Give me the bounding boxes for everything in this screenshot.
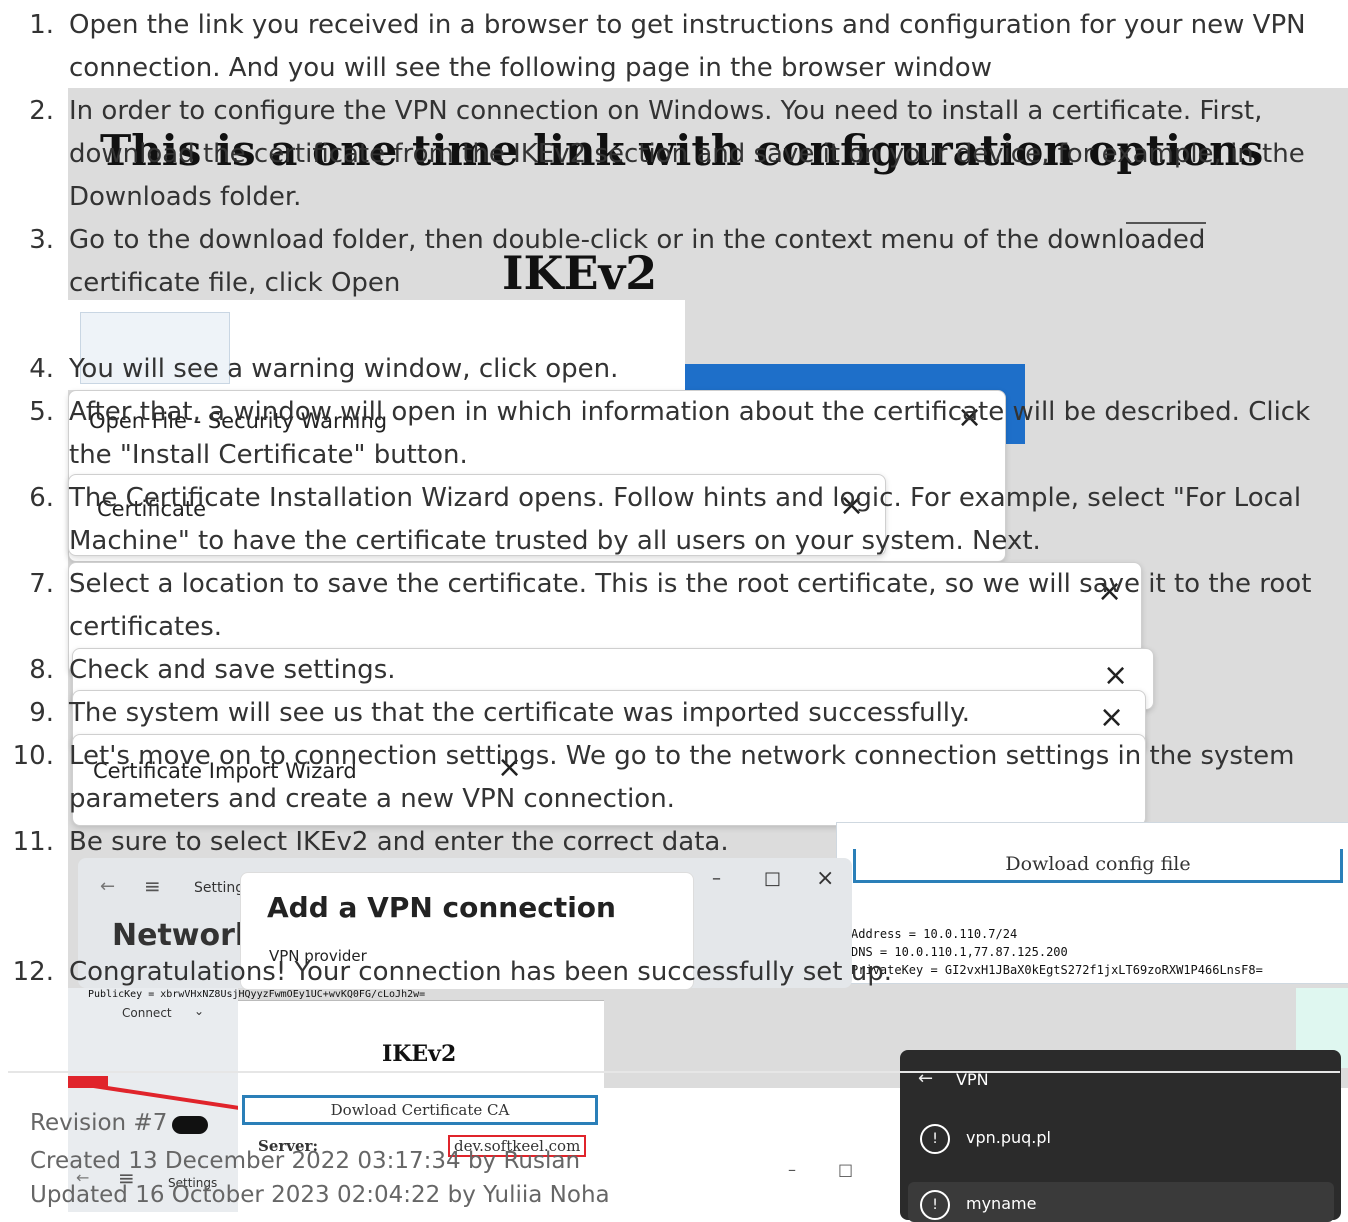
step-text: You will see a warning window, click ope… — [69, 354, 619, 384]
step-text: After that, a window will open in which … — [69, 397, 1311, 470]
chevron-down-icon: ⌄ — [194, 1004, 205, 1018]
step-number: 8. — [29, 655, 54, 685]
config-address: Address = 10.0.110.7/24 — [851, 927, 1018, 941]
vpn-item-2: myname — [966, 1194, 1037, 1213]
connect-dropdown[interactable]: Connect — [122, 1006, 172, 1020]
step-text: Let's move on to connection settings. We… — [69, 741, 1295, 814]
download-ca-label: Dowload Certificate CA — [330, 1101, 510, 1119]
shield-icon: ! — [920, 1124, 950, 1154]
ikev2-box-heading: IKEv2 — [382, 1041, 457, 1067]
vpn-item-1[interactable]: vpn.puq.pl — [966, 1128, 1051, 1147]
step-number: 10. — [12, 741, 54, 771]
step-number: 12. — [12, 957, 54, 987]
step-number: 1. — [29, 10, 54, 40]
maximize-icon[interactable]: □ — [838, 1160, 853, 1179]
add-vpn-title: Add a VPN connection — [267, 891, 616, 924]
step-text: Be sure to select IKEv2 and enter the co… — [69, 827, 729, 857]
step-number: 3. — [29, 225, 54, 255]
divider — [8, 1071, 1340, 1073]
step-text: Open the link you received in a browser … — [69, 10, 1306, 83]
vpn-item-2-row[interactable]: ! myname — [908, 1182, 1334, 1222]
created-info: Created 13 December 2022 03:17:34 by Rus… — [30, 1148, 581, 1174]
network-heading: Network — [112, 918, 255, 953]
revision-info: Revision #7 — [30, 1110, 168, 1136]
menu-icon[interactable]: ≡ — [144, 874, 161, 898]
shield-icon: ! — [920, 1190, 950, 1220]
minimize-icon[interactable]: – — [712, 868, 721, 889]
step-number: 4. — [29, 354, 54, 384]
step-number: 5. — [29, 397, 54, 427]
step-text: Select a location to save the certificat… — [69, 569, 1312, 642]
step-number: 7. — [29, 569, 54, 599]
back-icon[interactable]: ← — [100, 876, 115, 897]
step-text: Check and save settings. — [69, 655, 396, 685]
download-ca-button[interactable]: Dowload Certificate CA — [242, 1095, 598, 1125]
step-number: 9. — [29, 698, 54, 728]
close-icon[interactable]: × — [816, 866, 834, 891]
toggle-switch[interactable] — [172, 1116, 208, 1134]
step-text: Congratulations! Your connection has bee… — [69, 957, 892, 987]
updated-info: Updated 16 October 2023 02:04:22 by Yuli… — [30, 1182, 610, 1208]
step-text: Go to the download folder, then double-c… — [69, 225, 1206, 298]
step-text: The system will see us that the certific… — [69, 698, 970, 728]
step-text: In order to configure the VPN connection… — [69, 96, 1305, 212]
minimize-icon[interactable]: – — [788, 1160, 796, 1179]
maximize-icon[interactable]: □ — [764, 868, 781, 889]
step-number: 2. — [29, 96, 54, 126]
vpn-quick-panel: ← VPN ! vpn.puq.pl ! myname — [900, 1050, 1341, 1222]
step-number: 6. — [29, 483, 54, 513]
step-text: The Certificate Installation Wizard open… — [69, 483, 1302, 556]
step-number: 11. — [12, 827, 54, 857]
